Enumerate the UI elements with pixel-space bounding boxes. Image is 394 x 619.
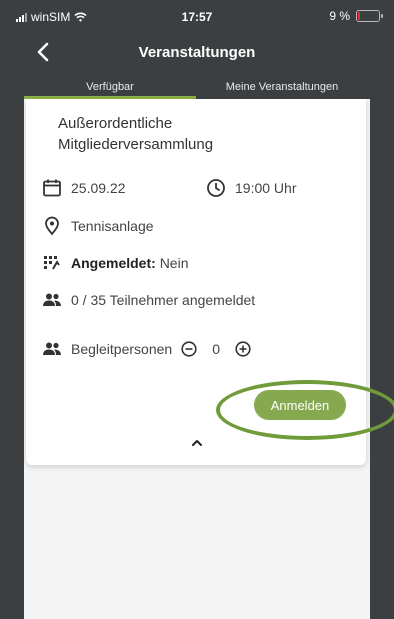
people-icon: [43, 342, 61, 355]
battery-info: 9 %: [329, 9, 383, 23]
registered-label: Angemeldet:: [71, 255, 156, 271]
participants-row: 0 / 35 Teilnehmer angemeldet: [42, 290, 255, 310]
location-row: Tennisanlage: [42, 216, 154, 236]
qr-status-icon: [44, 256, 60, 270]
tab-bar: Verfügbar Meine Veranstaltungen: [0, 75, 394, 97]
event-title-line-2: Mitgliederversammlung: [58, 136, 214, 153]
clock-icon: [207, 179, 225, 197]
companions-value: 0: [212, 341, 221, 357]
status-bar: winSIM 17:57 9 %: [0, 0, 394, 30]
date-row: 25.09.22: [42, 178, 126, 198]
event-title: Außerordentliche Mitgliederversammlung: [58, 113, 318, 155]
participants-count: 0 / 35 Teilnehmer angemeldet: [71, 292, 256, 308]
calendar-icon: [43, 179, 61, 197]
event-card: Außerordentliche Mitgliederversammlung 2…: [26, 99, 366, 465]
location-pin-icon: [45, 216, 59, 236]
battery-percent: 9 %: [329, 9, 350, 23]
app-header: Veranstaltungen: [0, 30, 394, 75]
page-title: Veranstaltungen: [138, 44, 256, 61]
event-date: 25.09.22: [71, 180, 126, 196]
event-title-line-1: Außerordentliche: [58, 115, 173, 132]
companions-row: Begleitpersonen 0: [42, 339, 251, 359]
collapse-button[interactable]: [188, 436, 206, 450]
tab-verfuegbar[interactable]: Verfügbar: [24, 81, 196, 93]
event-location: Tennisanlage: [71, 218, 154, 234]
chevron-up-icon: [192, 440, 202, 446]
people-icon: [43, 293, 61, 306]
registered-value: Nein: [159, 255, 189, 271]
registered-text: Angemeldet: Nein: [71, 255, 188, 271]
battery-icon: [356, 10, 383, 22]
registration-status-row: Angemeldet: Nein: [42, 253, 188, 273]
event-time: 19:00 Uhr: [235, 180, 297, 196]
register-button[interactable]: Anmelden: [254, 390, 346, 420]
companions-label: Begleitpersonen: [71, 341, 173, 357]
minus-circle-icon[interactable]: [181, 341, 197, 357]
time-row: 19:00 Uhr: [206, 178, 296, 198]
tab-meine-veranstaltungen[interactable]: Meine Veranstaltungen: [196, 81, 368, 93]
plus-circle-icon[interactable]: [235, 341, 251, 357]
